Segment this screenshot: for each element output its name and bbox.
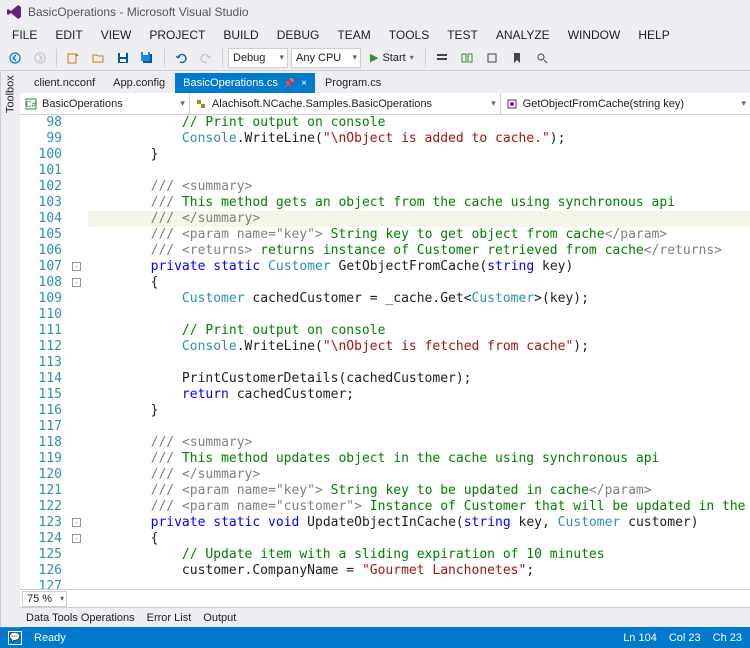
bookmark-button[interactable] [506,47,528,69]
zoom-dropdown[interactable]: 75 % [22,591,67,607]
outline-toggle[interactable]: - [72,262,81,271]
nav-class-dropdown[interactable]: Alachisoft.NCache.Samples.BasicOperation… [190,93,501,114]
open-file-button[interactable] [87,47,109,69]
document-tabs: client.ncconf App.config BasicOperations.c… [20,71,750,93]
toolbox-tab[interactable]: Toolbox [0,71,20,627]
play-icon: ▶ [370,51,378,64]
outline-toggle[interactable]: - [72,534,81,543]
status-line: Ln 104 [623,632,657,644]
menu-view[interactable]: VIEW [93,26,140,44]
menu-bar: FILEEDITVIEWPROJECTBUILDDEBUGTEAMTOOLSTE… [0,24,750,45]
bottom-tab-0[interactable]: Data Tools Operations [26,612,135,624]
method-icon [505,97,519,111]
csharp-project-icon: C# [24,97,38,111]
undo-button[interactable] [170,47,192,69]
vs-logo-icon [6,4,22,20]
doc-tab-label: Program.cs [325,77,381,89]
window-title: BasicOperations - Microsoft Visual Studi… [28,5,249,19]
menu-project[interactable]: PROJECT [141,26,213,44]
code-content[interactable]: // Print output on console Console.Write… [84,115,750,589]
class-icon [194,97,208,111]
solution-config-dropdown[interactable]: Debug [228,48,288,68]
status-bar: 💬 Ready Ln 104 Col 23 Ch 23 [0,627,750,648]
menu-tools[interactable]: TOOLS [381,26,437,44]
outline-gutter[interactable]: - - - - [70,115,84,589]
doc-tab-label: client.ncconf [34,77,95,89]
menu-file[interactable]: FILE [4,26,45,44]
title-bar: BasicOperations - Microsoft Visual Studi… [0,0,750,24]
nav-method-dropdown[interactable]: GetObjectFromCache(string key) [501,93,750,114]
status-ch: Ch 23 [713,632,742,644]
bottom-tab-1[interactable]: Error List [147,612,192,624]
bottom-tab-2[interactable]: Output [203,612,236,624]
comment-button[interactable] [456,47,478,69]
menu-help[interactable]: HELP [630,26,677,44]
menu-analyze[interactable]: ANALYZE [488,26,558,44]
close-icon[interactable]: × [301,78,307,89]
outline-toggle[interactable]: - [72,518,81,527]
menu-build[interactable]: BUILD [215,26,266,44]
status-ready: Ready [34,632,66,644]
menu-debug[interactable]: DEBUG [269,26,328,44]
menu-team[interactable]: TEAM [329,26,378,44]
start-debug-button[interactable]: ▶ Start ▾ [364,48,420,68]
outline-toggle[interactable]: - [72,278,81,287]
doc-tab-1[interactable]: App.config [105,73,173,93]
nav-forward-button[interactable] [29,47,51,69]
start-label: Start [382,52,405,64]
doc-tab-label: BasicOperations.cs [183,77,278,89]
save-all-button[interactable] [137,47,159,69]
editor-footer: 75 % [20,589,750,607]
find-button[interactable] [531,47,553,69]
solution-platform-dropdown[interactable]: Any CPU [291,48,361,68]
bottom-tool-tabs: Data Tools Operations Error List Output [20,607,750,627]
doc-tab-3[interactable]: Program.cs [317,73,389,93]
redo-button[interactable] [195,47,217,69]
svg-text:C#: C# [26,100,37,109]
code-editor[interactable]: 9899100101102103104105106107108109110111… [20,115,750,589]
pin-icon[interactable]: 📌 [284,78,295,89]
new-project-button[interactable] [62,47,84,69]
menu-test[interactable]: TEST [439,26,486,44]
doc-tab-2[interactable]: BasicOperations.cs 📌 × [175,73,315,93]
code-navbar: C# BasicOperations Alachisoft.NCache.Sam… [20,93,750,115]
save-button[interactable] [112,47,134,69]
nav-project-dropdown[interactable]: C# BasicOperations [20,93,190,114]
menu-edit[interactable]: EDIT [47,26,90,44]
uncomment-button[interactable] [481,47,503,69]
nav-back-button[interactable] [4,47,26,69]
line-number-gutter: 9899100101102103104105106107108109110111… [20,115,70,589]
doc-tab-label: App.config [113,77,165,89]
status-col: Col 23 [669,632,701,644]
doc-tab-0[interactable]: client.ncconf [26,73,103,93]
status-feedback-icon[interactable]: 💬 [8,631,22,645]
toolbar: Debug Any CPU ▶ Start ▾ [0,45,750,71]
menu-window[interactable]: WINDOW [560,26,629,44]
step-into-button[interactable] [431,47,453,69]
